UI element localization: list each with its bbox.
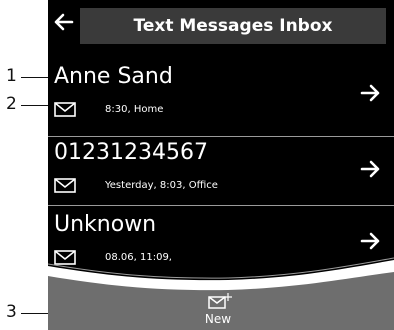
callout-2-label: 2 (6, 94, 17, 114)
sender-name: 01231234567 (54, 140, 208, 165)
back-arrow-icon (54, 13, 74, 31)
sender-name: Unknown (54, 212, 157, 237)
envelope-icon (54, 178, 76, 193)
callout-2-line (21, 105, 48, 106)
new-message-button[interactable]: New (188, 291, 248, 330)
back-button[interactable] (48, 8, 78, 36)
page-title: Text Messages Inbox (80, 8, 386, 44)
title-bar: Text Messages Inbox (48, 0, 394, 44)
arrow-right-icon[interactable] (360, 84, 382, 102)
divider (48, 205, 394, 206)
sender-name: Anne Sand (54, 64, 173, 89)
message-info: 8:30, Home (105, 104, 164, 115)
arrow-right-icon[interactable] (360, 232, 382, 250)
message-info: Yesterday, 8:03, Office (105, 180, 218, 191)
message-row[interactable]: 01231234567 Yesterday, 8:03, Office (48, 138, 394, 208)
callout-3-label: 3 (6, 302, 17, 322)
callout-1-label: 1 (6, 66, 17, 86)
new-label: New (204, 312, 232, 326)
arrow-right-icon[interactable] (360, 160, 382, 178)
divider (48, 136, 394, 137)
new-message-icon (208, 293, 232, 309)
message-row[interactable]: Anne Sand 8:30, Home (48, 62, 394, 132)
envelope-icon (54, 102, 76, 117)
phone-screen: Text Messages Inbox Anne Sand 8:30, Home… (48, 0, 394, 330)
